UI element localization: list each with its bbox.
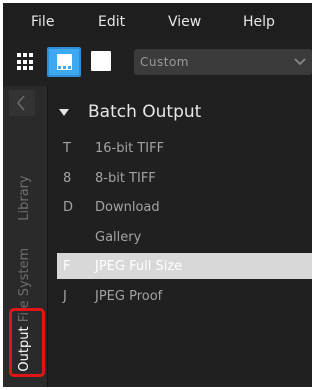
side-tab-rail: Library File System Output: [3, 86, 47, 387]
chevron-down-icon: [294, 58, 306, 66]
menu-edit[interactable]: Edit: [98, 14, 125, 30]
item-label: 8-bit TIFF: [95, 171, 156, 186]
shortcut-key: 8: [63, 171, 72, 186]
grid-view-icon[interactable]: [17, 53, 35, 71]
batch-output-panel: Batch Output T 16-bit TIFF 8 8-bit TIFF …: [48, 86, 312, 387]
menu-bar: File Edit View Help: [3, 3, 312, 39]
preset-dropdown[interactable]: Custom: [134, 49, 312, 75]
filmstrip-view-icon[interactable]: [47, 47, 81, 77]
batch-output-header[interactable]: Batch Output: [48, 98, 312, 128]
tab-library-label: Library: [17, 175, 32, 221]
item-label: 16-bit TIFF: [95, 141, 165, 156]
collapse-panel-button[interactable]: [9, 90, 35, 116]
shortcut-key: D: [63, 200, 74, 215]
toolbar: Custom: [3, 43, 312, 81]
list-item-selected[interactable]: F JPEG Full Size: [57, 253, 312, 279]
tab-output-label: Output: [17, 326, 32, 372]
list-item[interactable]: 8 8-bit TIFF: [57, 165, 312, 191]
shortcut-key: J: [63, 289, 67, 304]
expand-triangle-icon: [59, 109, 69, 116]
menu-help[interactable]: Help: [243, 14, 275, 30]
list-item[interactable]: T 16-bit TIFF: [57, 135, 312, 161]
list-item[interactable]: J JPEG Proof: [57, 283, 312, 309]
panel-title: Batch Output: [88, 102, 202, 122]
preset-dropdown-value: Custom: [140, 55, 189, 69]
menu-view[interactable]: View: [168, 14, 201, 30]
item-label: JPEG Full Size: [95, 259, 183, 274]
shortcut-key: F: [63, 259, 71, 274]
list-item[interactable]: Gallery: [57, 224, 312, 250]
single-view-icon[interactable]: [91, 51, 111, 71]
item-label: JPEG Proof: [95, 289, 163, 304]
menu-file[interactable]: File: [31, 14, 54, 30]
item-label: Gallery: [95, 230, 142, 245]
app-window: File Edit View Help Custom Library File …: [3, 3, 312, 387]
chevron-left-icon: [16, 95, 25, 111]
shortcut-key: T: [63, 141, 71, 156]
list-item[interactable]: D Download: [57, 194, 312, 220]
item-label: Download: [95, 200, 160, 215]
